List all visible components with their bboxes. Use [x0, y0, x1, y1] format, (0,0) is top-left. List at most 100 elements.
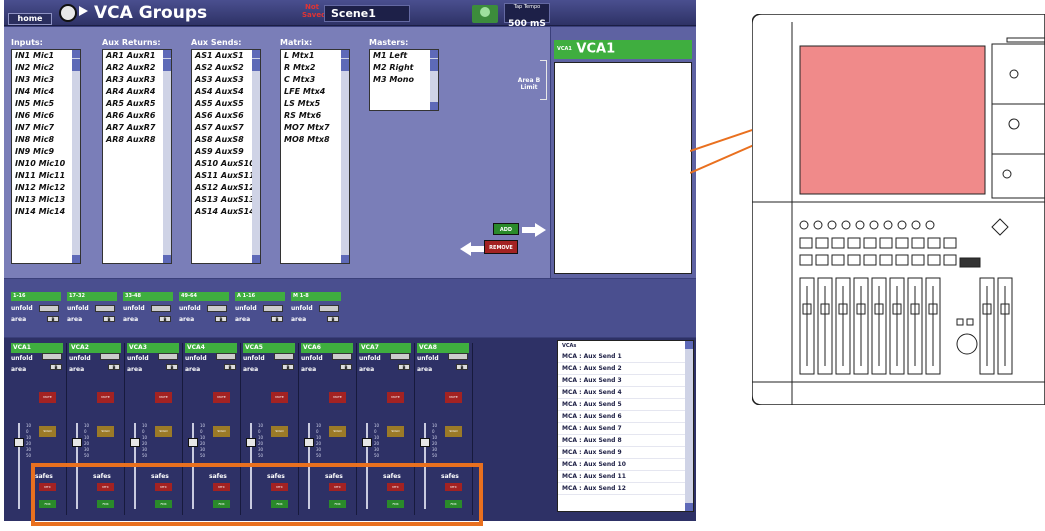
- unfold-toggle[interactable]: [216, 353, 236, 360]
- unfold-toggle[interactable]: [390, 353, 410, 360]
- group-tab[interactable]: 49-64: [179, 292, 229, 301]
- solo-button[interactable]: SOLO: [445, 426, 462, 437]
- list-item[interactable]: AS12 AuxS12: [192, 182, 260, 194]
- area-toggle[interactable]: B: [50, 364, 62, 370]
- unfold-toggle[interactable]: [319, 304, 339, 312]
- area-toggle[interactable]: B: [224, 364, 236, 370]
- unfold-toggle[interactable]: [151, 304, 171, 312]
- aux-sends-list[interactable]: AS1 AuxS1 AS2 AuxS2 AS3 AuxS3 AS4 AuxS4 AS5 …: [191, 49, 261, 264]
- solo-button[interactable]: SOLO: [97, 426, 114, 437]
- list-item[interactable]: IN11 Mic11: [12, 170, 80, 182]
- group-selector[interactable]: M 1-8 unfold area B: [291, 292, 341, 323]
- solo-button[interactable]: SOLO: [329, 426, 346, 437]
- list-item[interactable]: AS6 AuxS6: [192, 110, 260, 122]
- list-item[interactable]: AR5 AuxR5: [103, 98, 171, 110]
- scroll-down-icon[interactable]: [341, 255, 349, 263]
- unfold-toggle[interactable]: [39, 304, 59, 312]
- area-toggle[interactable]: B: [159, 316, 171, 322]
- list-item[interactable]: L Mtx1: [281, 50, 349, 62]
- area-toggle[interactable]: B: [398, 364, 410, 370]
- area-toggle[interactable]: B: [340, 364, 352, 370]
- list-item[interactable]: AS3 AuxS3: [192, 74, 260, 86]
- mute-button[interactable]: MUTE: [445, 392, 462, 403]
- list-item[interactable]: AR7 AuxR7: [103, 122, 171, 134]
- list-item[interactable]: AR6 AuxR6: [103, 110, 171, 122]
- solo-button[interactable]: SOLO: [271, 426, 288, 437]
- unfold-toggle[interactable]: [263, 304, 283, 312]
- scroll-down-icon[interactable]: [430, 102, 438, 110]
- scroll-thumb[interactable]: [163, 59, 171, 71]
- mute-button[interactable]: MUTE: [271, 392, 288, 403]
- list-item[interactable]: M3 Mono: [370, 74, 438, 86]
- vcas-list-item[interactable]: MCA : Aux Send 7: [558, 423, 693, 435]
- list-item[interactable]: R Mtx2: [281, 62, 349, 74]
- list-item[interactable]: LS Mtx5: [281, 98, 349, 110]
- fader-handle[interactable]: [304, 438, 314, 447]
- list-scrollbar[interactable]: [252, 50, 260, 263]
- vcas-scrollbar[interactable]: [685, 341, 693, 511]
- unfold-toggle[interactable]: [207, 304, 227, 312]
- area-toggle[interactable]: B: [271, 316, 283, 322]
- list-item[interactable]: AS1 AuxS1: [192, 50, 260, 62]
- list-item[interactable]: C Mtx3: [281, 74, 349, 86]
- group-tab[interactable]: A 1-16: [235, 292, 285, 301]
- vca-strip-name[interactable]: VCA2: [69, 343, 121, 353]
- scroll-thumb[interactable]: [430, 59, 438, 71]
- mute-button[interactable]: MUTE: [39, 392, 56, 403]
- list-scrollbar[interactable]: [341, 50, 349, 263]
- list-item[interactable]: AR4 AuxR4: [103, 86, 171, 98]
- scroll-down-icon[interactable]: [72, 255, 80, 263]
- group-tab[interactable]: 33-48: [123, 292, 173, 301]
- list-item[interactable]: IN14 Mic14: [12, 206, 80, 218]
- add-button[interactable]: ADD: [493, 223, 519, 235]
- scroll-up-icon[interactable]: [163, 50, 171, 58]
- list-item[interactable]: AR3 AuxR3: [103, 74, 171, 86]
- vcas-list-item[interactable]: MCA : Aux Send 6: [558, 411, 693, 423]
- solo-button[interactable]: SOLO: [387, 426, 404, 437]
- list-item[interactable]: IN7 Mic7: [12, 122, 80, 134]
- vcas-list-item[interactable]: MCA : Aux Send 2: [558, 363, 693, 375]
- home-button[interactable]: home: [8, 13, 52, 25]
- vcas-list-item[interactable]: MCA : Aux Send 4: [558, 387, 693, 399]
- vca-strip-name[interactable]: VCA3: [127, 343, 179, 353]
- group-selector[interactable]: 1-16 unfold area B: [11, 292, 61, 323]
- mute-button[interactable]: MUTE: [155, 392, 172, 403]
- mute-button[interactable]: MUTE: [97, 392, 114, 403]
- vcas-list-item[interactable]: MCA : Aux Send 1: [558, 351, 693, 363]
- vca-strip-name[interactable]: VCA8: [417, 343, 469, 353]
- vcas-list-item[interactable]: MCA : Aux Send 9: [558, 447, 693, 459]
- scroll-thumb[interactable]: [252, 59, 260, 71]
- list-item[interactable]: RS Mtx6: [281, 110, 349, 122]
- list-item[interactable]: M2 Right: [370, 62, 438, 74]
- matrix-list[interactable]: L Mtx1 R Mtx2 C Mtx3 LFE Mtx4 LS Mtx5 RS Mtx6…: [280, 49, 350, 264]
- list-item[interactable]: AS7 AuxS7: [192, 122, 260, 134]
- vcas-list-item[interactable]: MCA : Aux Send 8: [558, 435, 693, 447]
- group-selector[interactable]: 17-32 unfold area B: [67, 292, 117, 323]
- group-tab[interactable]: 1-16: [11, 292, 61, 301]
- vca-strip-name[interactable]: VCA6: [301, 343, 353, 353]
- list-item[interactable]: IN1 Mic1: [12, 50, 80, 62]
- group-tab[interactable]: 17-32: [67, 292, 117, 301]
- list-item[interactable]: IN6 Mic6: [12, 110, 80, 122]
- list-item[interactable]: MO8 Mtx8: [281, 134, 349, 146]
- list-item[interactable]: IN12 Mic12: [12, 182, 80, 194]
- fader-handle[interactable]: [14, 438, 24, 447]
- list-item[interactable]: IN5 Mic5: [12, 98, 80, 110]
- area-toggle[interactable]: B: [47, 316, 59, 322]
- vcas-list-item[interactable]: MCA : Aux Send 11: [558, 471, 693, 483]
- unfold-toggle[interactable]: [274, 353, 294, 360]
- vcas-list-panel[interactable]: VCAs MCA : Aux Send 1 MCA : Aux Send 2 MCA…: [557, 340, 694, 512]
- fader-handle[interactable]: [420, 438, 430, 447]
- list-item[interactable]: AR2 AuxR2: [103, 62, 171, 74]
- remove-button[interactable]: REMOVE: [484, 240, 518, 254]
- list-item[interactable]: AR1 AuxR1: [103, 50, 171, 62]
- list-item[interactable]: M1 Left: [370, 50, 438, 62]
- list-item[interactable]: LFE Mtx4: [281, 86, 349, 98]
- list-item[interactable]: AS4 AuxS4: [192, 86, 260, 98]
- list-item[interactable]: IN2 Mic2: [12, 62, 80, 74]
- list-item[interactable]: AS9 AuxS9: [192, 146, 260, 158]
- unfold-toggle[interactable]: [158, 353, 178, 360]
- fader-handle[interactable]: [188, 438, 198, 447]
- list-scrollbar[interactable]: [430, 50, 438, 110]
- scroll-up-icon[interactable]: [685, 341, 693, 349]
